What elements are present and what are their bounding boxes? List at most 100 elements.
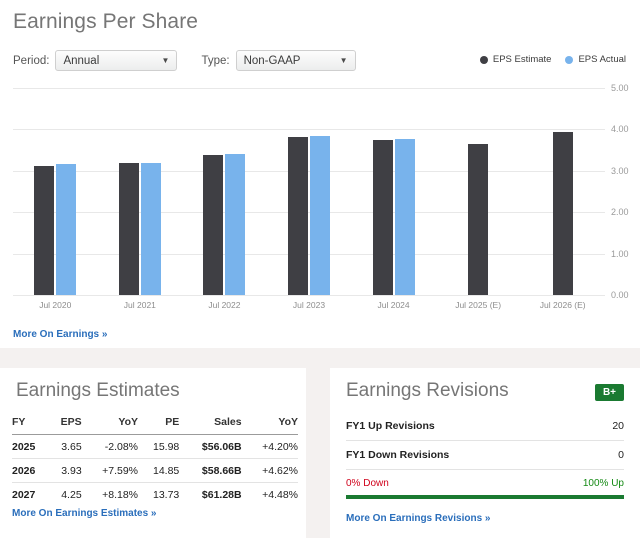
bar-eps-estimate[interactable] [372,140,393,295]
bar-group-6 [542,88,584,295]
table-cell-5: +4.48% [241,482,298,506]
column-header-1: EPS [60,416,82,428]
bar-group-2 [203,88,246,295]
bar-eps-actual[interactable] [140,162,161,295]
revision-percent-labels: 0% Down 100% Up [346,478,624,489]
y-axis-tick-label: 1.00 [611,248,629,259]
table-cell-4: $56.06B [179,434,242,459]
bar-eps-estimate[interactable] [118,162,139,295]
legend-dot-icon [565,55,574,64]
table-body: 2025 3.65 -2.08% 15.98 $56.06B +4.20% 2026 3.93… [12,434,298,506]
more-on-earnings-link[interactable]: More On Earnings » [13,329,107,340]
table-cell-4: $61.28B [179,482,242,506]
revision-progress-bar [346,495,624,499]
table-cell-3: 15.98 [138,434,180,459]
divider [346,440,624,441]
column-header-5: YoY [278,416,298,428]
legend-item-1[interactable]: EPS Actual [565,54,626,65]
table-cell-1: 3.93 [48,458,82,483]
bar-eps-actual[interactable] [310,135,330,295]
bar-group-1 [118,88,161,295]
earnings-revisions-panel: Earnings Revisions B+ FY1 Up Revisions 2… [330,368,640,538]
table-cell-2: +7.59% [81,458,139,483]
chevron-down-icon: ▼ [339,55,348,65]
legend-item-0[interactable]: EPS Estimate [479,54,552,65]
x-axis-tick-label: Jul 2026 (E) [539,300,586,310]
percent-down-label: 0% Down [346,478,389,489]
table-cell-0: 2025 [12,434,49,459]
table-cell-5: +4.20% [241,434,298,459]
table-cell-0: 2026 [12,458,49,483]
type-select-value: Non-GAAP [243,54,301,67]
bar-eps-actual[interactable] [56,163,77,295]
type-label: Type: [201,54,230,67]
revision-row-up: FY1 Up Revisions 20 [346,420,624,432]
revision-value: 20 [612,420,624,432]
y-axis-tick-label: 2.00 [611,207,629,218]
earnings-revisions-title: Earnings Revisions [346,380,509,401]
chart-plot-area [13,88,605,296]
bar-eps-actual[interactable] [225,154,246,295]
legend-label: EPS Actual [578,54,626,65]
y-axis-tick-label: 3.00 [611,165,629,176]
y-axis-tick-label: 4.00 [611,124,629,135]
bar-eps-actual[interactable] [394,139,415,295]
table-cell-3: 13.73 [138,482,180,506]
more-on-earnings-revisions-link[interactable]: More On Earnings Revisions » [346,513,490,524]
table-row: 2026 3.93 +7.59% 14.85 $58.66B +4.62% [12,458,298,483]
chart-controls: Period: Annual ▼ Type: Non-GAAP ▼ [13,50,356,71]
earnings-estimates-table: FY EPS YoY PE Sales YoY 2025 3.65 -2.08% 15.98 $5… [12,416,298,506]
divider [346,469,624,470]
x-axis-tick-label: Jul 2025 (E) [455,300,502,310]
table-cell-1: 3.65 [48,434,82,459]
page-title: Earnings Per Share [13,10,199,33]
earnings-estimates-title: Earnings Estimates [16,380,180,401]
revision-label: FY1 Up Revisions [346,420,435,432]
legend-dot-icon [479,55,488,64]
bar-group-4 [372,88,415,295]
table-header-row: FY EPS YoY PE Sales YoY [12,416,298,435]
bar-eps-estimate[interactable] [288,136,308,295]
eps-bar-chart: 0.00 1.00 2.00 3.00 4.00 5.00 Jul 2020 Jul 2021… [13,83,629,318]
y-axis-tick-label: 5.00 [611,83,629,93]
column-header-2: YoY [118,416,139,428]
table-cell-2: -2.08% [81,434,139,459]
table-cell-4: $58.66B [179,458,242,483]
period-label: Period: [13,54,50,67]
revision-row-down: FY1 Down Revisions 0 [346,449,624,461]
period-select[interactable]: Annual ▼ [55,50,178,71]
x-axis-tick-label: Jul 2021 [123,300,156,310]
bar-eps-estimate[interactable] [468,143,489,295]
y-axis-tick-label: 0.00 [611,290,629,300]
bar-group-3 [288,88,330,295]
earnings-estimates-panel: Earnings Estimates FY EPS YoY PE Sales YoY 20… [0,368,306,538]
legend-label: EPS Estimate [492,54,552,65]
bar-eps-estimate[interactable] [203,154,224,295]
bar-group-5 [457,88,499,295]
x-axis-tick-label: Jul 2023 [292,300,326,310]
status-badge: B+ [594,384,624,401]
chevron-down-icon: ▼ [161,55,170,65]
column-header-0: FY [12,416,26,428]
table-cell-0: 2027 [12,482,49,506]
x-axis-tick-label: Jul 2024 [377,300,410,310]
table-cell-3: 14.85 [138,458,180,483]
revision-value: 0 [618,449,624,461]
table-cell-1: 4.25 [48,482,82,506]
table-row: 2027 4.25 +8.18% 13.73 $61.28B +4.48% [12,482,298,506]
type-select[interactable]: Non-GAAP ▼ [235,50,356,71]
column-header-3: PE [165,416,180,428]
chart-gridline [13,295,605,296]
more-on-earnings-estimates-link[interactable]: More On Earnings Estimates » [12,508,157,519]
revision-label: FY1 Down Revisions [346,449,450,461]
revision-progress-fill [346,495,624,499]
table-cell-2: +8.18% [81,482,139,506]
bar-eps-estimate[interactable] [552,132,573,295]
earnings-per-share-card: Earnings Per Share Period: Annual ▼ Type… [0,0,640,348]
chart-legend: EPS Estimate EPS Actual [479,54,626,65]
bar-eps-estimate[interactable] [34,165,55,295]
column-header-4: Sales [214,416,242,428]
table-row: 2025 3.65 -2.08% 15.98 $56.06B +4.20% [12,434,298,459]
x-axis-tick-label: Jul 2020 [39,300,72,310]
bar-group-0 [34,88,77,295]
